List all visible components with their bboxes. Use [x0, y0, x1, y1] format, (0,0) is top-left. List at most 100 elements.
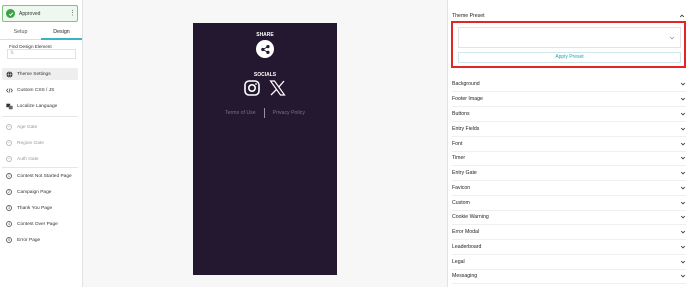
- translate-icon: [5, 102, 13, 110]
- section-custom[interactable]: Custom: [452, 196, 686, 211]
- section-footer-image[interactable]: Footer Image: [452, 92, 686, 107]
- share-heading: SHARE: [256, 32, 274, 38]
- chevron-down-icon: [680, 82, 686, 86]
- chevron-down-icon: [680, 97, 686, 101]
- chevron-down-icon: [680, 245, 686, 249]
- chevron-down-icon: [680, 230, 686, 234]
- section-entry-gate[interactable]: Entry Gate: [452, 166, 686, 181]
- sidebar-item-region-gate[interactable]: + Region Gate: [2, 137, 78, 149]
- section-error-modal[interactable]: Error Modal: [452, 225, 686, 240]
- sidebar-item-label: Localize Language: [17, 103, 58, 109]
- socials-heading: SOCIALS: [253, 72, 277, 78]
- instagram-icon[interactable]: [244, 80, 260, 96]
- section-timer[interactable]: Timer: [452, 151, 686, 166]
- chevron-down-icon: [680, 274, 686, 278]
- sidebar-item-label: Custom CSS / JS: [17, 87, 55, 93]
- check-icon: [6, 9, 15, 18]
- privacy-policy-link[interactable]: Privacy Policy: [273, 110, 305, 116]
- sidebar-item-page[interactable]: 4 Contest Over Page: [2, 218, 78, 230]
- section-label: Leaderboard: [452, 244, 482, 250]
- page-number-icon: 4: [6, 221, 12, 227]
- section-label: Favicon: [452, 185, 471, 191]
- chevron-down-icon: [680, 112, 686, 116]
- chevron-down-icon: [680, 260, 686, 264]
- divider: [263, 108, 265, 118]
- chevron-down-icon: [680, 142, 686, 146]
- chevron-up-icon[interactable]: [679, 13, 685, 19]
- sort-icon: ⇅: [10, 50, 15, 56]
- sidebar-item-page[interactable]: 3 Thank You Page: [2, 202, 78, 214]
- section-background[interactable]: Background: [452, 77, 686, 92]
- section-label: Cookie Warning: [452, 214, 489, 220]
- status-badge[interactable]: Approved ⋮: [2, 5, 78, 22]
- page-number-icon: 3: [6, 205, 12, 211]
- chevron-down-icon: [680, 171, 686, 175]
- sidebar-item-page[interactable]: 2 Campaign Page: [2, 186, 78, 198]
- sidebar-item-label: Theme Settings: [17, 71, 51, 77]
- code-icon: [5, 86, 13, 94]
- sidebar-item-label: Error Page: [17, 237, 41, 243]
- terms-of-use-link[interactable]: Terms of Use: [225, 110, 256, 116]
- chevron-down-icon: [680, 127, 686, 131]
- gate-circle-icon: +: [6, 124, 12, 130]
- sidebar-item-theme-settings[interactable]: Theme Settings: [2, 68, 78, 80]
- theme-preset-select[interactable]: [458, 27, 681, 48]
- section-label: Messaging: [452, 273, 478, 279]
- section-label: Entry Fields: [452, 126, 480, 132]
- section-legal[interactable]: Legal: [452, 255, 686, 270]
- sidebar-item-label: Contest Not Started Page: [17, 173, 72, 179]
- section-messaging[interactable]: Messaging: [452, 269, 686, 284]
- share-icon[interactable]: [256, 40, 274, 58]
- chevron-down-icon: [669, 36, 675, 40]
- divider: [2, 116, 78, 117]
- page-number-icon: 2: [6, 189, 12, 195]
- theme-preset-header[interactable]: Theme Preset: [452, 11, 685, 21]
- section-leaderboard[interactable]: Leaderboard: [452, 240, 686, 255]
- page-number-icon: 5: [6, 237, 12, 243]
- sidebar-item-age-gate[interactable]: + Age Gate: [2, 121, 78, 133]
- sidebar-item-page[interactable]: 1 Contest Not Started Page: [2, 170, 78, 182]
- sidebar-item-auth-gate[interactable]: + Auth Gate: [2, 153, 78, 165]
- status-label: Approved: [19, 10, 41, 17]
- page-number-icon: 1: [6, 173, 12, 179]
- find-design-element-input[interactable]: ⇅: [7, 49, 76, 59]
- section-label: Background: [452, 81, 480, 87]
- left-sidebar: Approved ⋮ Setup Design Find Design Elem…: [0, 0, 83, 287]
- section-font[interactable]: Font: [452, 137, 686, 152]
- sidebar-item-custom-css[interactable]: Custom CSS / JS: [2, 84, 78, 96]
- divider: [2, 167, 78, 168]
- sidebar-item-localize-language[interactable]: Localize Language: [2, 100, 78, 112]
- gate-circle-icon: +: [6, 140, 12, 146]
- globe-icon: [5, 70, 13, 78]
- tab-setup[interactable]: Setup: [0, 26, 41, 40]
- gate-circle-icon: +: [6, 156, 12, 162]
- section-favicon[interactable]: Favicon: [452, 181, 686, 196]
- x-twitter-icon[interactable]: [269, 80, 286, 96]
- chevron-down-icon: [680, 156, 686, 160]
- sidebar-item-label: Age Gate: [17, 124, 38, 130]
- section-label: Footer Image: [452, 96, 483, 102]
- sidebar-item-label: Auth Gate: [17, 156, 39, 162]
- kebab-menu-icon[interactable]: ⋮: [69, 10, 76, 17]
- section-label: Error Modal: [452, 229, 480, 235]
- theme-preset-highlight: Apply Preset: [451, 21, 686, 68]
- sidebar-item-page[interactable]: 5 Error Page: [2, 234, 78, 246]
- tab-design[interactable]: Design: [41, 26, 82, 40]
- section-buttons[interactable]: Buttons: [452, 107, 686, 122]
- section-entry-fields[interactable]: Entry Fields: [452, 122, 686, 137]
- page-preview: SHARE SOCIALS Terms of Use Privacy Polic…: [193, 23, 337, 275]
- section-label: Entry Gate: [452, 170, 477, 176]
- chevron-down-icon: [680, 201, 686, 205]
- section-label: Custom: [452, 200, 470, 206]
- theme-settings-panel: Theme Preset Apply Preset Background Foo…: [447, 0, 688, 287]
- section-label: Timer: [452, 155, 466, 161]
- section-label: Buttons: [452, 111, 470, 117]
- apply-preset-button[interactable]: Apply Preset: [458, 52, 681, 63]
- chevron-down-icon: [680, 186, 686, 190]
- sidebar-item-label: Region Gate: [17, 140, 44, 146]
- chevron-down-icon: [680, 215, 686, 219]
- sidebar-item-label: Contest Over Page: [17, 221, 58, 227]
- section-label: Font: [452, 141, 463, 147]
- section-cookie-warning[interactable]: Cookie Warning: [452, 210, 686, 225]
- sidebar-item-label: Thank You Page: [17, 205, 53, 211]
